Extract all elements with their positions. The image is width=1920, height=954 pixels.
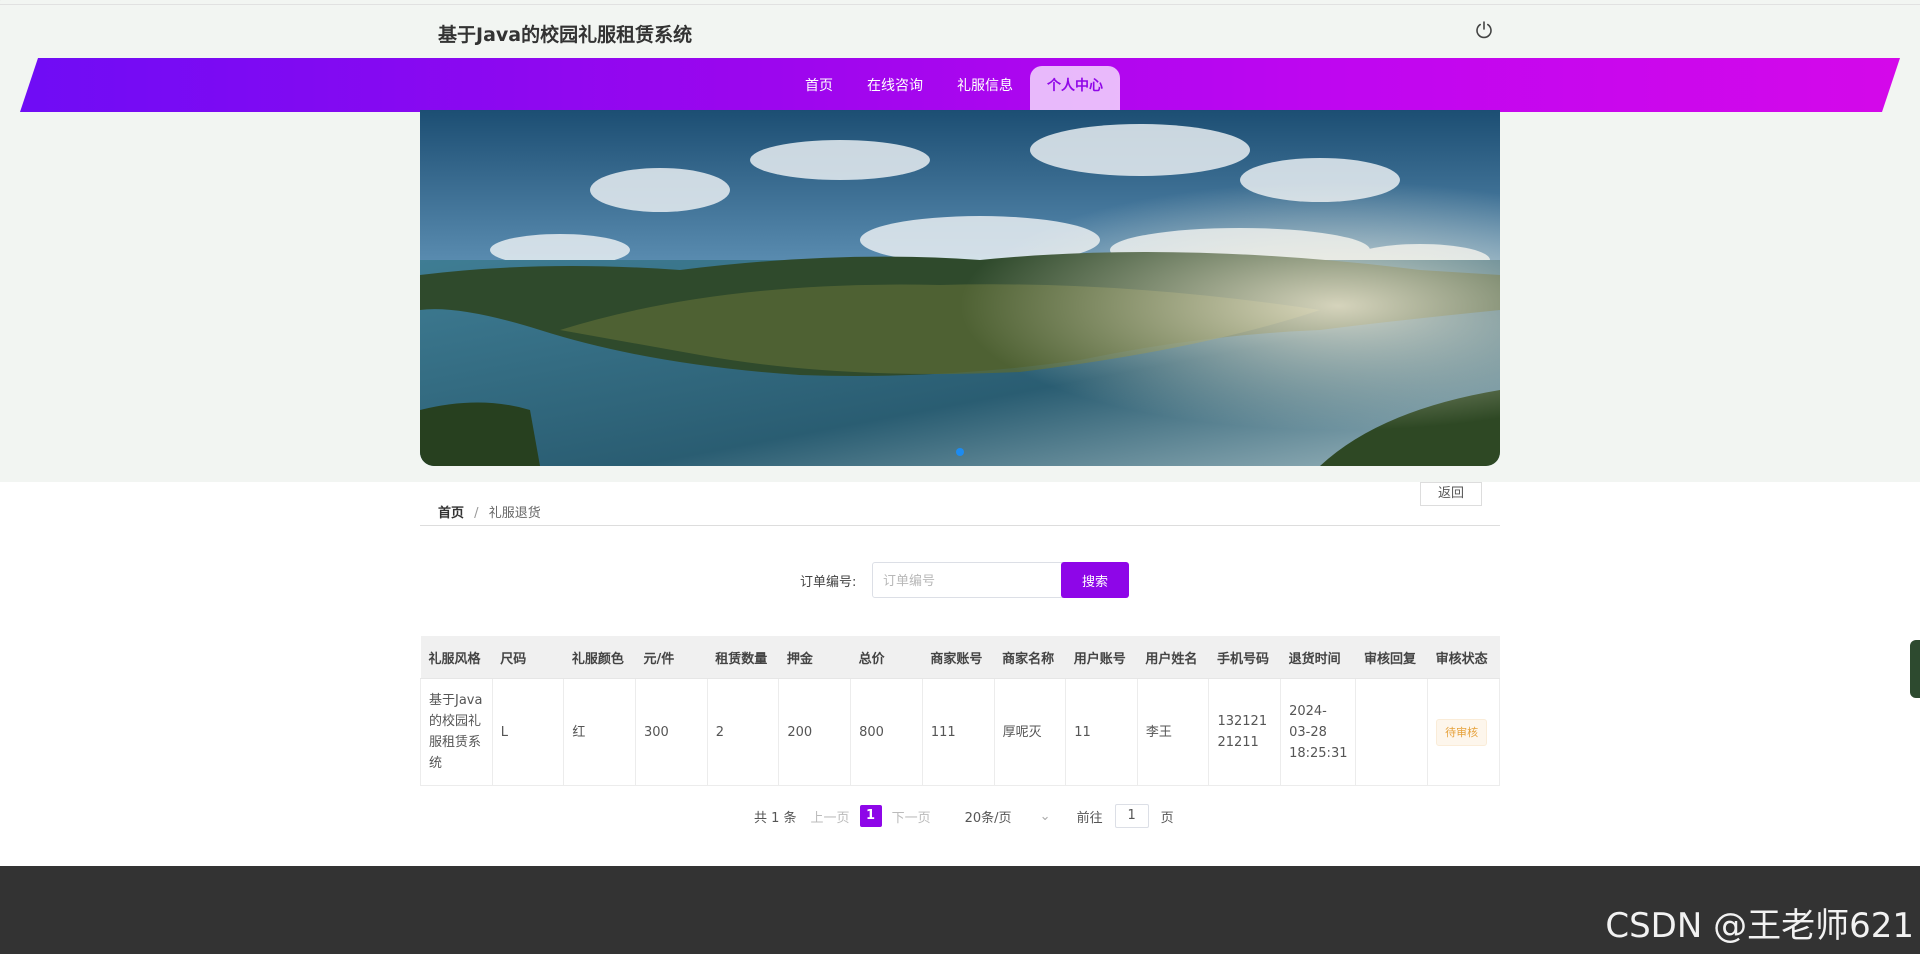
column-header: 押金 xyxy=(778,636,851,679)
breadcrumb-separator: / xyxy=(474,506,479,521)
next-page-button[interactable]: 下一页 xyxy=(892,807,931,826)
top-divider xyxy=(0,4,1920,5)
cell-color: 红 xyxy=(563,678,636,786)
column-header: 用户账号 xyxy=(1065,636,1138,679)
cell-merchant-account: 111 xyxy=(922,678,995,786)
column-header: 商家名称 xyxy=(994,636,1066,679)
column-header: 尺码 xyxy=(492,636,564,679)
return-orders-table: 礼服风格 尺码 礼服颜色 元/件 租赁数量 押金 总价 商家账号 商家名称 用户… xyxy=(420,636,1500,786)
prev-page-button[interactable]: 上一页 xyxy=(811,807,850,826)
column-header: 用户姓名 xyxy=(1137,636,1209,679)
cell-price: 300 xyxy=(635,678,708,786)
page-suffix: 页 xyxy=(1160,810,1174,826)
goto-label: 前往 xyxy=(1076,810,1103,826)
cell-review-reply xyxy=(1355,678,1429,786)
cell-size: L xyxy=(492,678,565,786)
pagination-total: 共 1 条 xyxy=(754,810,797,826)
banner-carousel[interactable] xyxy=(420,110,1500,466)
cell-merchant-name: 厚呢灭 xyxy=(994,678,1067,786)
column-header: 审核状态 xyxy=(1427,636,1500,679)
site-title: 基于Java的校园礼服租赁系统 xyxy=(438,24,693,46)
nav-item-personal-center[interactable]: 个人中心 xyxy=(1030,66,1120,111)
cell-return-time: 2024-03-28 18:25:31 xyxy=(1280,678,1357,786)
status-badge: 待审核 xyxy=(1436,718,1488,746)
column-header: 总价 xyxy=(850,636,923,679)
breadcrumb: 首页 / 礼服退货 xyxy=(438,502,541,521)
power-icon[interactable] xyxy=(1474,20,1494,40)
cell-style: 基于Java的校园礼服租赁系统 xyxy=(420,678,493,786)
cell-phone: 13212121211 xyxy=(1208,678,1282,786)
breadcrumb-divider xyxy=(420,525,1500,526)
search-button[interactable]: 搜索 xyxy=(1061,562,1129,598)
cell-deposit: 200 xyxy=(778,678,852,786)
pagination: 共 1 条 上一页 1 下一页 20条/页 ⌄ 前往 1 页 xyxy=(754,804,1174,828)
chevron-down-icon: ⌄ xyxy=(1039,808,1051,824)
cell-total: 800 xyxy=(850,678,923,786)
side-scroll-tab[interactable] xyxy=(1910,640,1920,698)
column-header: 商家账号 xyxy=(922,636,995,679)
breadcrumb-current: 礼服退货 xyxy=(488,506,541,521)
nav-menu: 首页 在线咨询 礼服信息 个人中心 xyxy=(788,66,1120,111)
breadcrumb-home[interactable]: 首页 xyxy=(438,506,464,521)
landscape-image xyxy=(420,110,1500,466)
nav-item-online-consult[interactable]: 在线咨询 xyxy=(850,66,940,111)
cell-user-name: 李王 xyxy=(1137,678,1210,786)
page-size-value: 20条/页 xyxy=(964,810,1012,826)
cell-review-status: 待审核 xyxy=(1427,678,1500,786)
column-header: 礼服风格 xyxy=(420,636,493,679)
nav-item-dress-info[interactable]: 礼服信息 xyxy=(940,66,1030,111)
column-header: 退货时间 xyxy=(1280,636,1356,679)
back-button[interactable]: 返回 xyxy=(1420,482,1482,506)
table-row[interactable]: 基于Java的校园礼服租赁系统 L 红 300 2 200 800 111 厚呢… xyxy=(420,678,1500,786)
order-number-input[interactable] xyxy=(872,562,1072,598)
column-header: 审核回复 xyxy=(1355,636,1428,679)
column-header: 租赁数量 xyxy=(707,636,779,679)
order-number-label: 订单编号: xyxy=(800,575,857,590)
nav-item-home[interactable]: 首页 xyxy=(788,66,850,111)
cell-user-account: 11 xyxy=(1065,678,1138,786)
column-header: 手机号码 xyxy=(1208,636,1281,679)
goto-page-input[interactable]: 1 xyxy=(1114,804,1149,828)
column-header: 礼服颜色 xyxy=(563,636,636,679)
page-size-select[interactable]: 20条/页 ⌄ xyxy=(965,807,1051,826)
page-number-current[interactable]: 1 xyxy=(859,805,882,827)
carousel-dot[interactable] xyxy=(956,448,964,456)
cell-quantity: 2 xyxy=(707,678,780,786)
column-header: 元/件 xyxy=(635,636,708,679)
watermark-text: CSDN @王老师621 xyxy=(1605,906,1914,946)
table-header-row: 礼服风格 尺码 礼服颜色 元/件 租赁数量 押金 总价 商家账号 商家名称 用户… xyxy=(420,636,1500,679)
